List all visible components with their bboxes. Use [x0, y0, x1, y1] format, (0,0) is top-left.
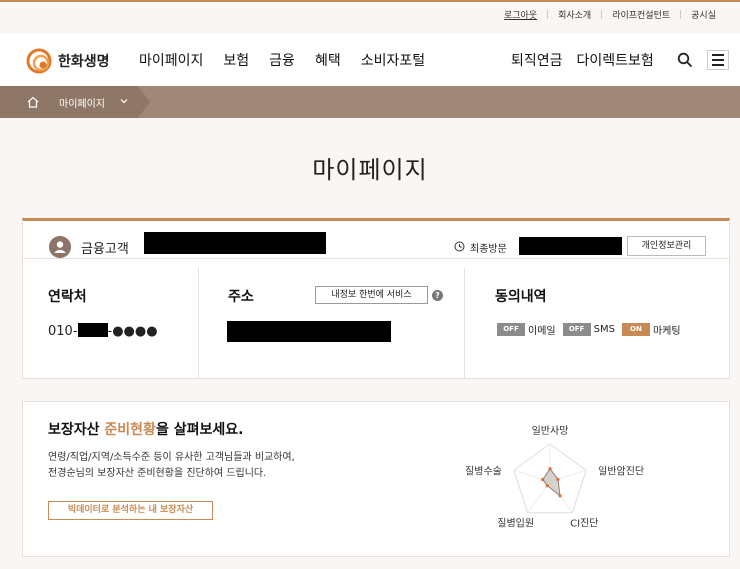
redacted-name — [144, 232, 326, 254]
radar-point — [558, 494, 562, 498]
consent-title: 동의내역 — [495, 289, 547, 305]
consent-list: OFF 이메일 OFF SMS ON 마케팅 — [497, 322, 688, 337]
bigdata-asset-button[interactable]: 빅데이터로 분석하는 내 보장자산 — [48, 501, 213, 520]
hamburger-icon — [712, 54, 724, 56]
phone-suffix: -●●●● — [107, 324, 158, 339]
asset-card: 보장자산 준비현황을 살펴보세요. 연령/직업/지역/소득수준 등이 유사한 고… — [22, 401, 730, 557]
hamburger-icon — [712, 64, 724, 66]
radar-axis-label: 일반사망 — [532, 425, 569, 437]
brand-name: 한화생명 — [58, 54, 110, 70]
company-link[interactable]: 회사소개 — [548, 8, 601, 21]
redacted-address — [227, 321, 391, 342]
radar-point — [548, 467, 552, 471]
search-icon[interactable] — [677, 52, 693, 68]
radar-point — [556, 477, 560, 482]
my-info-service-button[interactable]: 내정보 한번에 서비스 — [315, 286, 428, 304]
right-nav: 퇴직연금 다이렉트보험 — [511, 50, 668, 70]
asset-title-post: 을 살펴보세요. — [155, 422, 244, 438]
utility-links: 로그아웃 회사소개 라이프컨설턴트 공시실 — [494, 8, 726, 21]
radar-axis-label: 질병입원 — [497, 517, 534, 530]
nav-item-direct[interactable]: 다이렉트보험 — [577, 50, 654, 70]
breadcrumb-label[interactable]: 마이페이지 — [59, 95, 105, 110]
radar-axis-label: CI진단 — [570, 518, 598, 530]
help-icon[interactable]: ? — [432, 290, 443, 301]
sms-consent-toggle[interactable]: OFF — [562, 323, 591, 336]
asset-title-highlight: 준비현황 — [104, 422, 156, 438]
radar-point — [545, 484, 549, 488]
asset-desc-line: 연령/직업/지역/소득수준 등이 유사한 고객님들과 비교하여, — [48, 452, 295, 463]
asset-description: 연령/직업/지역/소득수준 등이 유사한 고객님들과 비교하여, 전경순님의 보… — [48, 450, 368, 482]
logo[interactable]: 한화생명 — [24, 46, 110, 76]
redacted-phone — [77, 323, 108, 337]
chevron-down-icon[interactable] — [119, 96, 129, 106]
asset-title: 보장자산 준비현황을 살펴보세요. — [48, 419, 243, 439]
redacted-last-visit — [519, 237, 622, 255]
asset-title-pre: 보장자산 — [48, 422, 105, 438]
customer-info-card: 금융고객 최종방문 개인정보관리 연락처 010- -●●●● 주소 내정보 한번… — [22, 218, 730, 379]
nav-item-consumer[interactable]: 소비자포털 — [361, 50, 425, 70]
address-title: 주소 — [228, 289, 254, 305]
contact-title: 연락처 — [48, 289, 87, 305]
asset-desc-line: 전경순님의 보장자산 준비현황을 진단하여 드립니다. — [48, 468, 267, 479]
clock-icon — [454, 241, 465, 252]
breadcrumb: 마이페이지 — [0, 86, 740, 118]
radar-axis-label: 질병수술 — [465, 465, 502, 477]
header: 한화생명 마이페이지 보험 금융 혜택 소비자포털 퇴직연금 다이렉트보험 — [0, 34, 740, 86]
radar-svg: 일반사망일반암진단 CI진단 질병입원 질병수술 — [465, 425, 644, 530]
disclosure-link[interactable]: 공시실 — [681, 8, 726, 21]
nav-item-finance[interactable]: 금융 — [269, 50, 295, 70]
address-section: 주소 내정보 한번에 서비스 ? — [199, 268, 465, 379]
phone-number: 010- -●●●● — [48, 323, 158, 339]
nav-item-pension[interactable]: 퇴직연금 — [511, 50, 563, 70]
privacy-manage-button[interactable]: 개인정보관리 — [627, 236, 706, 256]
consultant-link[interactable]: 라이프컨설턴트 — [602, 8, 680, 21]
email-consent-label: 이메일 — [528, 326, 556, 337]
main-nav: 마이페이지 보험 금융 혜택 소비자포털 — [139, 50, 445, 70]
page-title: 마이페이지 — [312, 156, 428, 184]
last-visit-label: 최종방문 — [470, 244, 507, 255]
radar-chart: 일반사망일반암진단 CI진단 질병입원 질병수술 — [443, 420, 663, 550]
sms-consent-label: SMS — [593, 324, 615, 335]
logout-link[interactable]: 로그아웃 — [494, 8, 547, 21]
contact-section: 연락처 010- -●●●● — [23, 268, 199, 379]
marketing-consent-label: 마케팅 — [652, 326, 681, 337]
nav-item-insurance[interactable]: 보험 — [223, 50, 249, 70]
marketing-consent-toggle[interactable]: ON — [621, 323, 650, 336]
customer-grade: 금융고객 — [81, 242, 129, 257]
home-icon[interactable] — [26, 95, 40, 109]
nav-item-mypage[interactable]: 마이페이지 — [139, 50, 203, 70]
radar-point — [541, 478, 545, 482]
consent-section: 동의내역 OFF 이메일 OFF SMS ON 마케팅 — [465, 268, 729, 379]
phone-prefix: 010- — [48, 324, 78, 339]
customer-row: 금융고객 최종방문 개인정보관리 — [23, 221, 729, 259]
menu-button[interactable] — [707, 50, 729, 70]
avatar-icon — [49, 236, 71, 258]
nav-item-benefit[interactable]: 혜택 — [315, 50, 341, 70]
top-accent-line — [0, 0, 740, 2]
radar-axis-label: 일반암진단 — [598, 465, 644, 477]
hamburger-icon — [712, 59, 724, 61]
email-consent-toggle[interactable]: OFF — [497, 323, 525, 336]
hanwha-logo-icon — [26, 48, 52, 74]
